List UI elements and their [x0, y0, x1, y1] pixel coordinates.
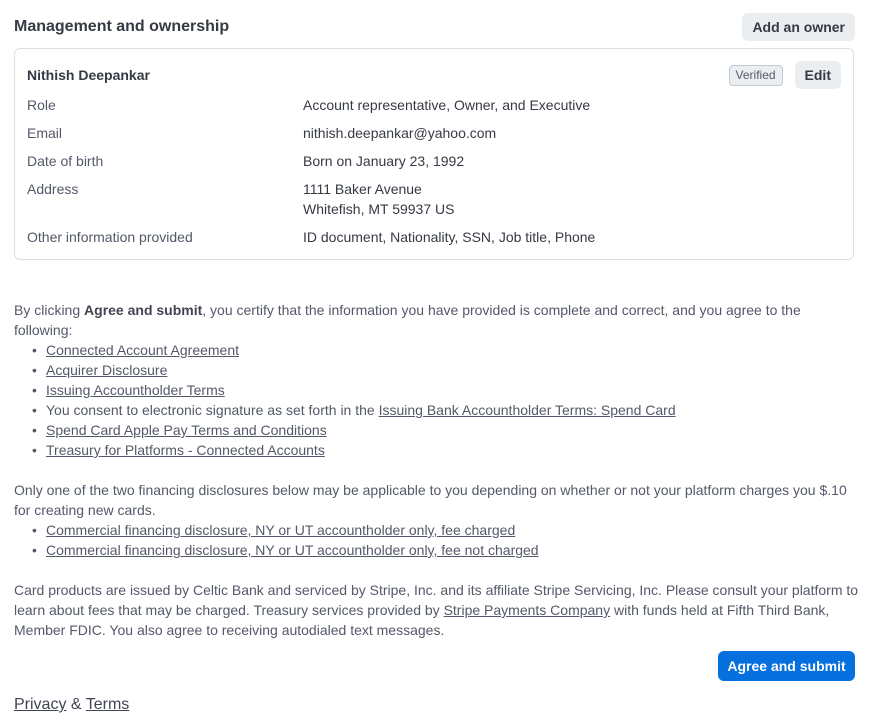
- section-header: Management and ownership Add an owner: [14, 13, 855, 41]
- email-value: nithish.deepankar@yahoo.com: [303, 125, 497, 141]
- financing-legal-text: Only one of the two financing disclosure…: [14, 480, 859, 560]
- intro-pre: By clicking: [14, 302, 85, 318]
- list-item: Commercial financing disclosure, NY or U…: [32, 520, 859, 540]
- privacy-link[interactable]: Privacy: [14, 696, 66, 713]
- issuing-accountholder-terms-link[interactable]: Issuing Accountholder Terms: [46, 382, 225, 398]
- address-line-2: Whitefish, MT 59937 US: [303, 201, 455, 217]
- card-products-text: Card products are issued by Celtic Bank …: [14, 580, 859, 640]
- role-row: Role Account representative, Owner, and …: [27, 95, 841, 115]
- other-info-label: Other information provided: [27, 229, 193, 245]
- connected-account-agreement-link[interactable]: Connected Account Agreement: [46, 342, 239, 358]
- dob-label: Date of birth: [27, 153, 104, 169]
- add-owner-button[interactable]: Add an owner: [742, 13, 855, 41]
- address-label: Address: [27, 181, 79, 197]
- agreement-list: Connected Account Agreement Acquirer Dis…: [14, 340, 859, 460]
- agreement-legal-text: By clicking Agree and submit, you certif…: [14, 300, 859, 460]
- list-item: Acquirer Disclosure: [32, 360, 859, 380]
- dob-row: Date of birth Born on January 23, 1992: [27, 151, 841, 171]
- stripe-payments-company-link[interactable]: Stripe Payments Company: [444, 602, 611, 618]
- owner-name: Nithish Deepankar: [27, 67, 150, 83]
- spend-card-terms-link[interactable]: Issuing Bank Accountholder Terms: Spend …: [379, 402, 676, 418]
- address-line-1: 1111 Baker Avenue: [303, 181, 422, 197]
- edit-owner-button[interactable]: Edit: [794, 61, 841, 89]
- other-info-value: ID document, Nationality, SSN, Job title…: [303, 229, 596, 245]
- footer-links: Privacy & Terms: [14, 694, 129, 716]
- financing-fee-not-charged-link[interactable]: Commercial financing disclosure, NY or U…: [46, 542, 539, 558]
- email-label: Email: [27, 125, 63, 141]
- list-item: Issuing Accountholder Terms: [32, 380, 859, 400]
- email-row: Email nithish.deepankar@yahoo.com: [27, 123, 841, 143]
- role-value: Account representative, Owner, and Execu…: [303, 97, 591, 113]
- list-item: Connected Account Agreement: [32, 340, 859, 360]
- card-products-legal-text: Card products are issued by Celtic Bank …: [14, 580, 859, 640]
- list-item: Commercial financing disclosure, NY or U…: [32, 540, 859, 560]
- treasury-connected-accounts-link[interactable]: Treasury for Platforms - Connected Accou…: [46, 442, 325, 458]
- financing-intro: Only one of the two financing disclosure…: [14, 482, 847, 518]
- footer-amp: &: [66, 696, 86, 713]
- dob-value: Born on January 23, 1992: [303, 153, 465, 169]
- intro-bold: Agree and submit: [84, 302, 203, 318]
- other-info-row: Other information provided ID document, …: [27, 227, 841, 247]
- acquirer-disclosure-link[interactable]: Acquirer Disclosure: [46, 362, 167, 378]
- list-item: Spend Card Apple Pay Terms and Condition…: [32, 420, 859, 440]
- owner-card-header: Nithish Deepankar Verified Edit: [27, 61, 841, 89]
- financing-list: Commercial financing disclosure, NY or U…: [14, 520, 859, 560]
- agree-and-submit-button[interactable]: Agree and submit: [718, 651, 855, 681]
- role-label: Role: [27, 97, 56, 113]
- section-title: Management and ownership: [14, 18, 230, 35]
- owner-actions: Verified Edit: [728, 61, 841, 89]
- consent-text: You consent to electronic signature as s…: [46, 402, 379, 418]
- address-value: 1111 Baker Avenue Whitefish, MT 59937 US: [303, 179, 454, 219]
- verified-badge: Verified: [728, 64, 783, 86]
- list-item: Treasury for Platforms - Connected Accou…: [32, 440, 859, 460]
- apple-pay-terms-link[interactable]: Spend Card Apple Pay Terms and Condition…: [46, 422, 327, 438]
- address-row: Address 1111 Baker Avenue Whitefish, MT …: [27, 179, 841, 219]
- financing-fee-charged-link[interactable]: Commercial financing disclosure, NY or U…: [46, 522, 515, 538]
- owner-card: Nithish Deepankar Verified Edit Role Acc…: [14, 48, 854, 260]
- list-item: You consent to electronic signature as s…: [32, 400, 859, 420]
- terms-link[interactable]: Terms: [86, 696, 130, 713]
- agreement-intro: By clicking Agree and submit, you certif…: [14, 300, 859, 340]
